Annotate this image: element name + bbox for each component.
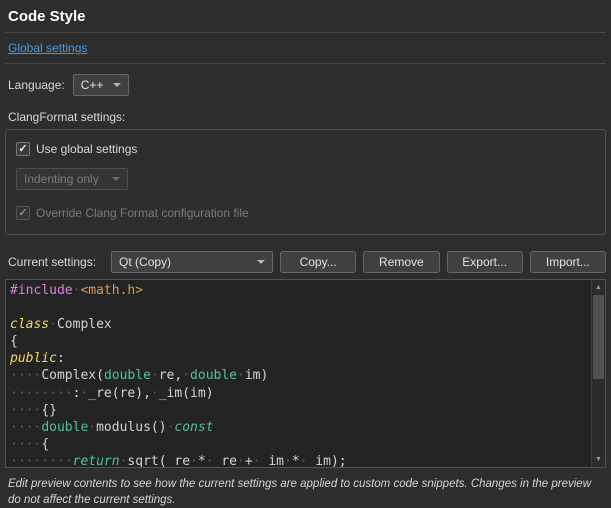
language-dropdown-value: C++ [81, 78, 104, 92]
code-style-dropdown[interactable]: Qt (Copy) [111, 251, 273, 273]
language-dropdown[interactable]: C++ [73, 74, 130, 96]
chevron-down-icon [112, 177, 120, 181]
copy-button[interactable]: Copy... [280, 251, 356, 273]
checkmark-icon: ✓ [18, 208, 27, 219]
checkbox-box: ✓ [16, 206, 30, 220]
checkmark-icon: ✓ [18, 144, 27, 155]
use-global-settings-checkbox[interactable]: ✓ Use global settings [16, 142, 595, 156]
page-title: Code Style [8, 8, 606, 25]
clangformat-groupbox: ✓ Use global settings Indenting only ✓ O… [5, 129, 606, 235]
vertical-scrollbar[interactable]: ▲ ▼ [591, 280, 605, 467]
current-settings-label: Current settings: [8, 255, 96, 269]
code-style-dropdown-value: Qt (Copy) [119, 255, 171, 269]
scroll-up-icon[interactable]: ▲ [592, 280, 605, 295]
code-line[interactable]: class·Complex [10, 316, 591, 333]
code-line[interactable]: ········return·sqrt(_re·*·_re·+·_im·*·_i… [10, 453, 591, 468]
code-preview-editor[interactable]: #include·<math.h>class·Complex{public:··… [5, 279, 606, 468]
clangformat-mode-dropdown[interactable]: Indenting only [16, 168, 128, 190]
current-settings-row: Current settings: Qt (Copy) Copy... Remo… [8, 251, 606, 273]
language-row: Language: C++ [8, 74, 606, 96]
remove-button[interactable]: Remove [363, 251, 439, 273]
clangformat-settings-label: ClangFormat settings: [8, 110, 606, 124]
code-line[interactable]: #include·<math.h> [10, 282, 591, 299]
code-area[interactable]: #include·<math.h>class·Complex{public:··… [6, 280, 591, 467]
link-divider [5, 63, 606, 64]
scroll-down-icon[interactable]: ▼ [592, 452, 605, 467]
title-divider [5, 32, 606, 33]
chevron-down-icon [113, 83, 121, 87]
clangformat-mode-value: Indenting only [24, 172, 99, 186]
language-label: Language: [8, 78, 65, 92]
code-line[interactable]: ····Complex(double·re,·double·im) [10, 367, 591, 384]
footer-help-text: Edit preview contents to see how the cur… [8, 477, 603, 508]
override-config-label: Override Clang Format configuration file [36, 206, 249, 220]
code-line[interactable]: { [10, 333, 591, 350]
code-line[interactable]: public: [10, 350, 591, 367]
code-line[interactable]: ········:·_re(re),·_im(im) [10, 385, 591, 402]
export-button[interactable]: Export... [447, 251, 523, 273]
code-style-page: Code Style Global settings Language: C++… [0, 0, 611, 508]
code-line[interactable] [10, 299, 591, 316]
checkbox-box: ✓ [16, 142, 30, 156]
import-button[interactable]: Import... [530, 251, 606, 273]
override-config-checkbox[interactable]: ✓ Override Clang Format configuration fi… [16, 206, 595, 220]
use-global-settings-label: Use global settings [36, 142, 137, 156]
global-settings-link[interactable]: Global settings [8, 41, 87, 55]
chevron-down-icon [257, 260, 265, 264]
code-line[interactable]: ····{} [10, 402, 591, 419]
code-line[interactable]: ····double·modulus()·const [10, 419, 591, 436]
scrollbar-thumb[interactable] [593, 295, 604, 379]
code-line[interactable]: ····{ [10, 436, 591, 453]
